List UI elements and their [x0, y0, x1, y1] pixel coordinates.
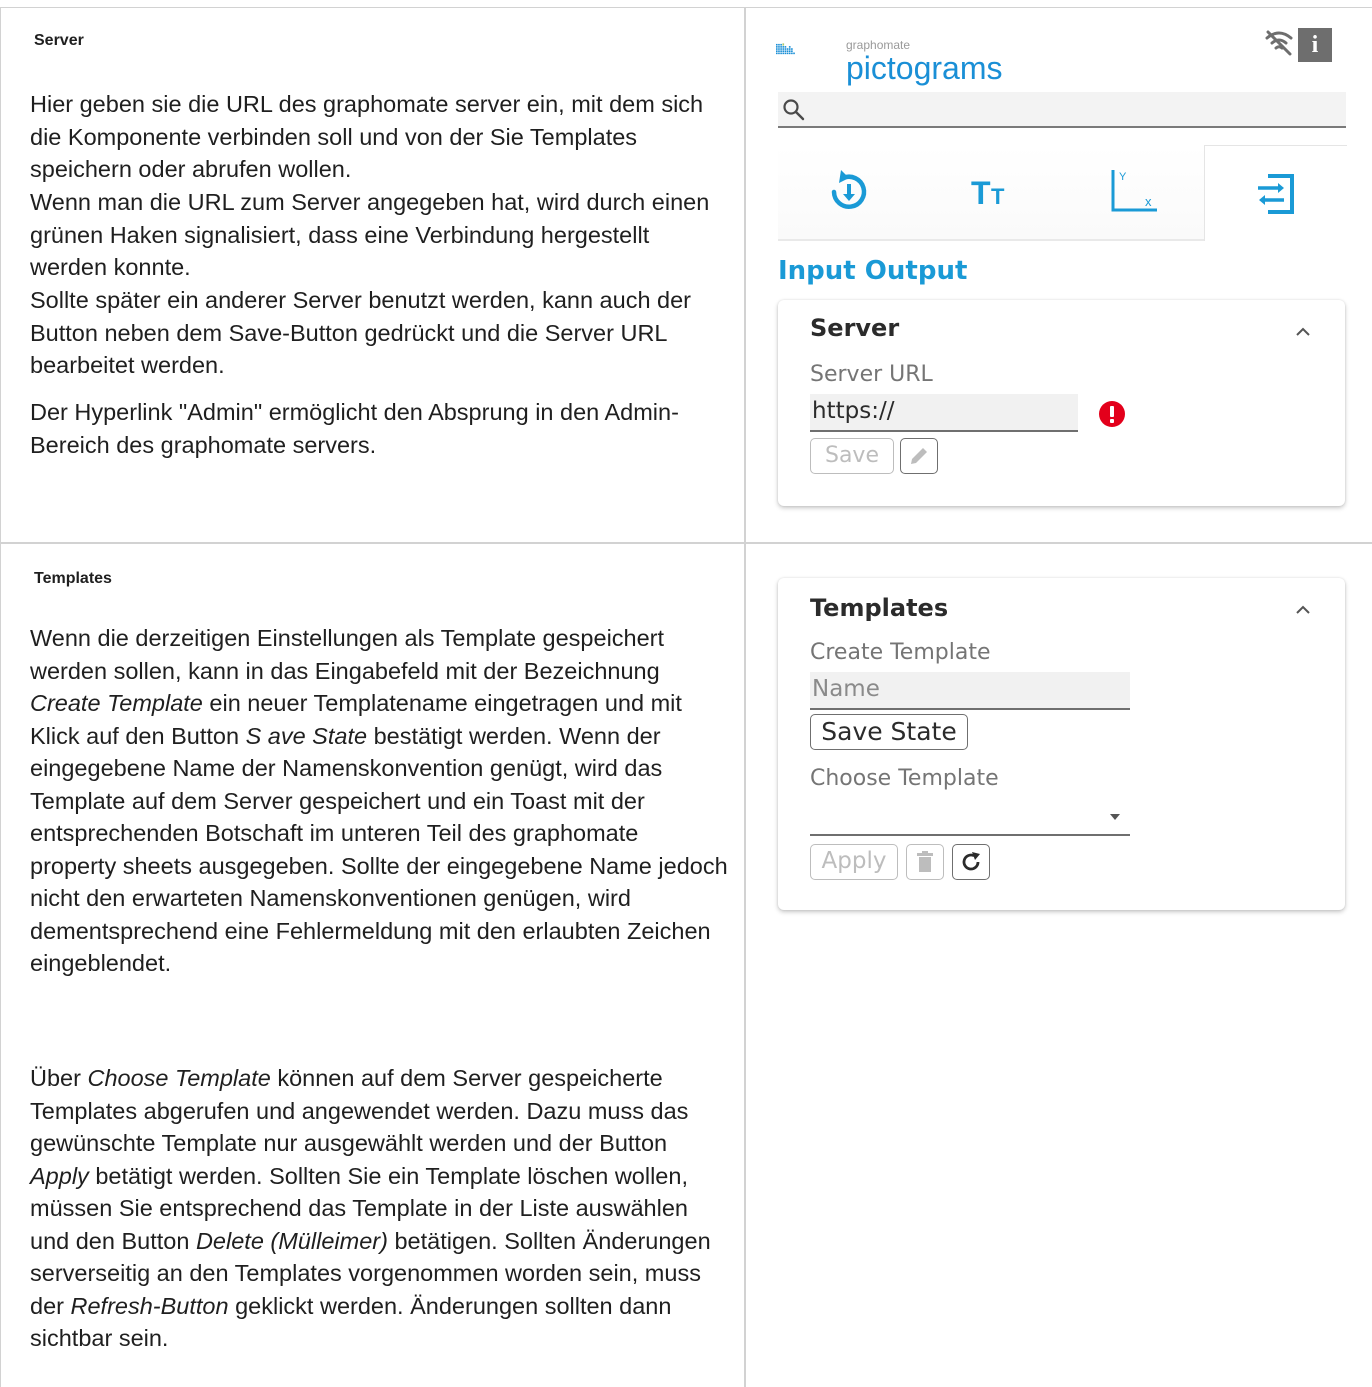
reset-icon — [831, 170, 867, 209]
logo-grid-icon — [776, 43, 795, 55]
templates-paragraph-2: Über Choose Template können auf dem Serv… — [30, 1062, 730, 1355]
axis-icon: Y x — [1111, 170, 1157, 212]
error-icon — [1099, 401, 1125, 427]
tab-text[interactable]: T T — [920, 145, 1062, 239]
templates-paragraph-1: Wenn die derzeitigen Einstellungen als T… — [30, 622, 730, 980]
templates-card: Templates Create Template Name Save Stat… — [778, 578, 1345, 910]
svg-text:Y: Y — [1119, 171, 1127, 183]
input-output-icon — [1258, 173, 1294, 214]
section-title: Input Output — [778, 256, 968, 286]
template-name-input[interactable]: Name — [810, 672, 1130, 710]
refresh-icon — [962, 852, 980, 871]
server-paragraph-3: Sollte später ein anderer Server benutzt… — [30, 287, 692, 378]
server-card: Server Server URL https:// Save — [778, 300, 1345, 506]
server-paragraph-4: Der Hyperlink "Admin" ermöglicht den Abs… — [30, 399, 679, 458]
edit-server-button[interactable] — [900, 438, 938, 474]
server-card-title: Server — [810, 314, 900, 342]
chevron-up-icon[interactable] — [1293, 324, 1313, 338]
server-paragraph-1: Hier geben sie die URL des graphomate se… — [30, 91, 704, 182]
create-template-label: Create Template — [810, 640, 991, 665]
text-run: Wenn die derzeitigen Einstellungen als T… — [30, 625, 665, 684]
choose-template-label: Choose Template — [810, 766, 999, 791]
tab-general[interactable] — [778, 145, 920, 239]
server-description-cell: Server Hier geben sie die URL des grapho… — [0, 8, 744, 542]
server-paragraph-2: Wenn man die URL zum Server angegeben ha… — [30, 189, 710, 280]
emphasis-save-state: S ave State — [245, 722, 368, 749]
svg-text:T: T — [971, 175, 991, 211]
emphasis-refresh-button: Refresh-Button — [70, 1292, 229, 1319]
server-url-field[interactable]: https:// — [810, 394, 1078, 432]
wifi-off-icon[interactable] — [1264, 28, 1294, 58]
svg-text:T: T — [991, 184, 1005, 209]
search-icon — [783, 99, 805, 121]
refresh-templates-button[interactable] — [952, 844, 990, 880]
tab-bar: T T Y x — [778, 145, 1347, 241]
dropdown-caret-icon — [1110, 814, 1120, 820]
text-run: bestätigt werden. Wenn der eingegebene N… — [30, 722, 728, 977]
save-button[interactable]: Save — [810, 438, 894, 474]
delete-template-button[interactable] — [906, 844, 944, 880]
trash-icon — [917, 851, 933, 872]
text-size-icon: T T — [971, 175, 1005, 211]
svg-text:x: x — [1145, 194, 1152, 209]
text-run: Über — [30, 1065, 88, 1091]
emphasis-choose-template: Choose Template — [87, 1065, 271, 1091]
tab-axis[interactable]: Y x — [1062, 145, 1204, 239]
save-state-button[interactable]: Save State — [810, 714, 968, 750]
tab-input-output[interactable] — [1204, 145, 1347, 241]
server-heading: Server — [34, 32, 84, 49]
search-input[interactable] — [778, 92, 1346, 128]
template-select[interactable] — [810, 798, 1130, 836]
server-url-label: Server URL — [810, 362, 933, 387]
templates-description-cell: Templates Wenn die derzeitigen Einstellu… — [0, 544, 744, 1387]
emphasis-apply: Apply — [30, 1162, 89, 1189]
pencil-icon — [911, 448, 927, 464]
logo-brand-name: pictograms — [846, 50, 1003, 86]
info-icon[interactable]: i — [1298, 28, 1332, 62]
apply-button[interactable]: Apply — [810, 844, 898, 880]
grid-column-divider — [744, 7, 746, 1387]
emphasis-delete: Delete (Mülleimer) — [195, 1227, 388, 1254]
templates-heading: Templates — [34, 570, 112, 587]
chevron-up-icon[interactable] — [1293, 602, 1313, 616]
templates-card-title: Templates — [810, 594, 949, 622]
emphasis-create-template: Create Template — [30, 690, 203, 716]
